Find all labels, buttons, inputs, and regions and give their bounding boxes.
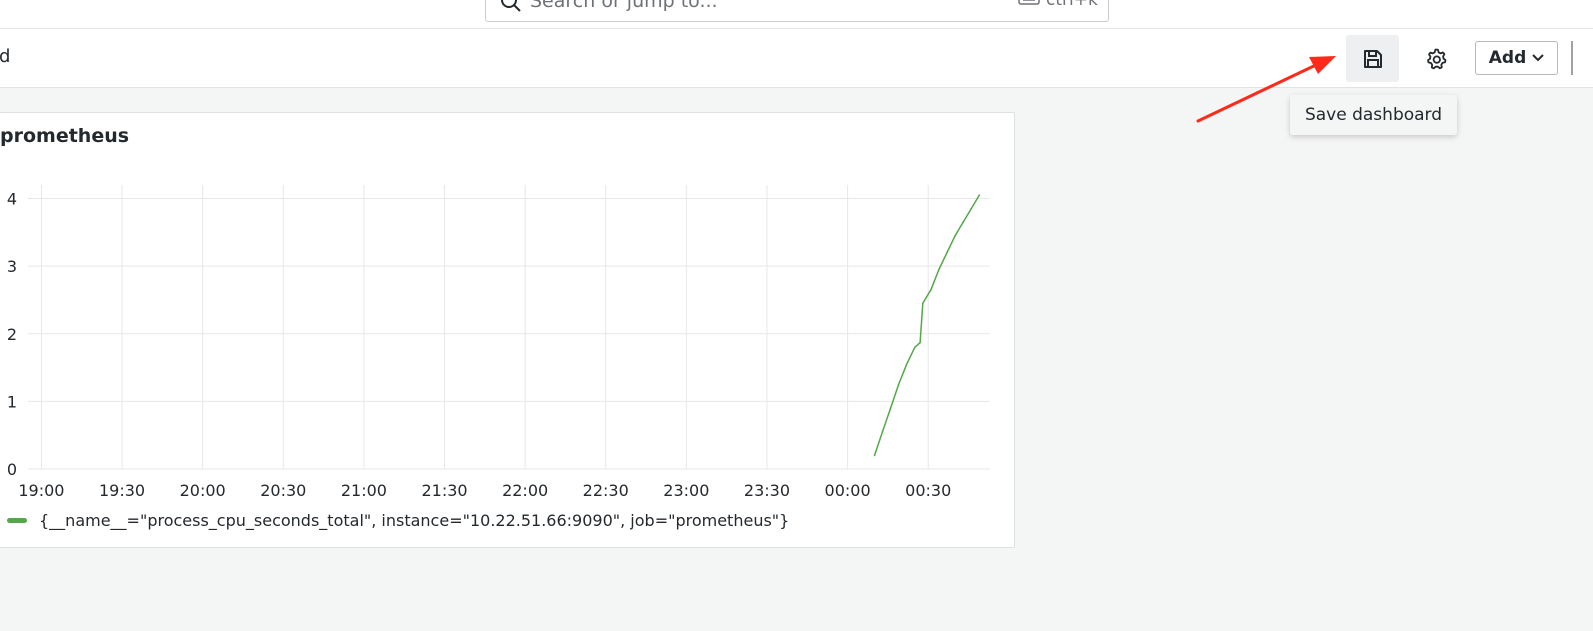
y-tick-label: 0	[7, 460, 17, 479]
series-point	[897, 383, 900, 386]
series-line	[873, 194, 980, 456]
series-point	[914, 346, 916, 349]
search-shortcut: ctrl+k	[1046, 0, 1098, 10]
keyboard-icon	[1018, 0, 1040, 5]
dashboard-toolbar: d Add	[0, 29, 1593, 88]
dashboard-settings-button[interactable]	[1412, 35, 1460, 82]
gear-icon	[1427, 48, 1447, 69]
legend-swatch	[7, 518, 27, 523]
x-tick-label: 19:30	[99, 481, 145, 500]
series-point	[873, 454, 876, 457]
search-icon	[501, 0, 521, 12]
x-tick-label: 00:30	[905, 481, 951, 500]
series-point	[938, 268, 940, 271]
search-input[interactable]: Search or jump to... ctrl+k	[485, 0, 1109, 22]
x-tick-label: 20:00	[180, 481, 226, 500]
chevron-down-icon	[1532, 54, 1544, 62]
y-tick-label: 1	[7, 392, 17, 411]
series-point	[962, 221, 964, 223]
x-tick-label: 19:00	[18, 481, 64, 500]
toolbar-divider	[1571, 41, 1573, 75]
search-placeholder: Search or jump to...	[530, 0, 718, 12]
y-tick-label: 3	[7, 257, 17, 276]
x-tick-label: 21:00	[341, 481, 387, 500]
x-tick-label: 23:30	[744, 481, 790, 500]
x-tick-label: 22:00	[502, 481, 548, 500]
series-point	[954, 234, 956, 237]
x-tick-label: 00:00	[825, 481, 871, 500]
series-point	[881, 431, 884, 433]
series-point	[970, 207, 972, 210]
x-tick-label: 20:30	[260, 481, 306, 500]
time-series-chart: 0 1 2 3 4 19:00 19:30 20:00 20:30 21:00 21:30 22:00…	[7, 185, 990, 500]
series-point	[919, 341, 921, 344]
x-tick-label: 23:00	[663, 481, 709, 500]
series-point	[905, 363, 908, 365]
save-dashboard-button[interactable]	[1346, 35, 1399, 82]
y-tick-label: 4	[7, 190, 17, 209]
add-button-label: Add	[1488, 48, 1527, 68]
series-point	[946, 251, 948, 254]
save-dashboard-tooltip: Save dashboard	[1290, 95, 1457, 135]
x-tick-label: 22:30	[583, 481, 629, 500]
series-point	[889, 407, 892, 409]
time-series-panel: prometheus 0 1 2 3 4 19:00 19:30 20:00 20:30 21:0…	[0, 112, 1015, 548]
series-point	[978, 194, 981, 196]
legend-series-label[interactable]: {__name__="process_cpu_seconds_total", i…	[39, 511, 789, 530]
save-icon	[1363, 49, 1382, 68]
breadcrumb[interactable]: d	[0, 46, 10, 67]
chart-legend: {__name__="process_cpu_seconds_total", i…	[7, 511, 789, 530]
y-tick-label: 2	[7, 325, 17, 344]
series-point	[930, 289, 932, 291]
add-button[interactable]: Add	[1475, 41, 1558, 75]
top-bar: Search or jump to... ctrl+k	[0, 0, 1593, 29]
series-point	[922, 302, 924, 305]
x-tick-label: 21:30	[421, 481, 467, 500]
